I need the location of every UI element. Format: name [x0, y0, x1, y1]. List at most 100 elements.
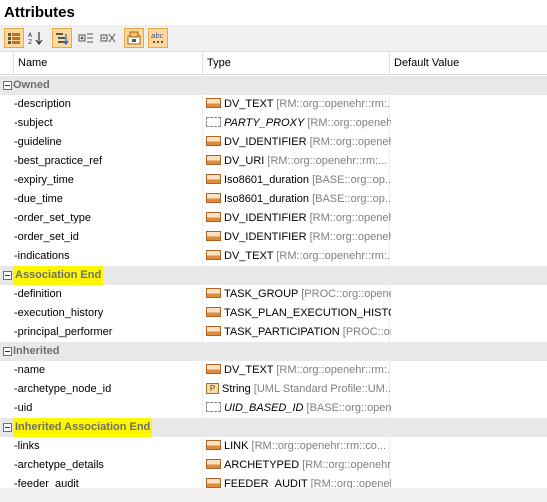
attribute-type[interactable]: DV_TEXT [RM::org::openehr::rm:...	[206, 95, 391, 114]
type-name: Iso8601_duration	[224, 174, 310, 186]
class-icon	[206, 326, 221, 337]
type-qualified-path: [RM::org::openehr::rm:...	[273, 250, 391, 262]
class-icon	[206, 440, 221, 451]
attribute-name: -best_practice_ref	[14, 155, 103, 167]
group-row[interactable]: Inherited Association End	[0, 418, 547, 437]
attribute-type[interactable]: Iso8601_duration [BASE::org::op...	[206, 171, 391, 190]
panel-title-bar: Attributes	[0, 0, 547, 25]
attribute-name: -execution_history	[14, 307, 104, 319]
attribute-row[interactable]: -links LINK [RM::org::openehr::rm::co...	[0, 437, 547, 456]
type-name: DV_TEXT	[224, 98, 274, 110]
type-qualified-path: [RM::org::openehr::rm:...	[309, 136, 391, 148]
collapse-icon[interactable]	[3, 423, 12, 432]
type-qualified-path: [RM::org::openehr::rm::...	[309, 231, 391, 243]
attribute-type[interactable]: Iso8601_duration [BASE::org::op...	[206, 190, 391, 209]
type-qualified-path: [UML Standard Profile::UM...	[250, 383, 391, 395]
attribute-row[interactable]: -archetype_node_id P String [UML Standard …	[0, 380, 547, 399]
attribute-name: -indications	[14, 250, 70, 262]
attribute-name: -links	[14, 440, 40, 452]
expand-all-icon[interactable]	[76, 28, 96, 48]
collapse-icon[interactable]	[3, 347, 12, 356]
attribute-row[interactable]: -due_time Iso8601_duration [BASE::org::op…	[0, 190, 547, 209]
attribute-name: -order_set_type	[14, 212, 92, 224]
class-icon	[206, 459, 221, 470]
attribute-type[interactable]: DV_IDENTIFIER [RM::org::openehr::rm::...	[206, 228, 391, 247]
group-by-icon[interactable]	[52, 28, 72, 48]
column-header-name[interactable]: Name	[14, 52, 203, 74]
attribute-row[interactable]: -subject PARTY_PROXY [RM::org::openehr::r…	[0, 114, 547, 133]
attribute-type[interactable]: DV_TEXT [RM::org::openehr::rm:...	[206, 247, 391, 266]
interface-icon	[206, 402, 221, 413]
class-icon	[206, 174, 221, 185]
attribute-type[interactable]: UID_BASED_ID [BASE::org::open...	[206, 399, 391, 418]
attribute-type[interactable]: DV_IDENTIFIER [RM::org::openehr::rm::...	[206, 209, 391, 228]
group-row[interactable]: Inherited	[0, 342, 547, 361]
column-divider	[202, 133, 203, 152]
type-name: DV_IDENTIFIER	[224, 212, 307, 224]
attribute-row[interactable]: -indications DV_TEXT [RM::org::openehr::r…	[0, 247, 547, 266]
attribute-row[interactable]: -best_practice_ref DV_URI [RM::org::opene…	[0, 152, 547, 171]
column-divider	[202, 361, 203, 380]
attribute-type[interactable]: TASK_PARTICIPATION [PROC::or...	[206, 323, 391, 342]
attribute-name: -archetype_details	[14, 459, 104, 471]
attribute-type[interactable]: TASK_GROUP [PROC::org::openehr::...	[206, 285, 391, 304]
attribute-row[interactable]: -name DV_TEXT [RM::org::openehr::rm:...	[0, 361, 547, 380]
attribute-name: -name	[14, 364, 46, 376]
svg-text:abc: abc	[151, 32, 164, 40]
attribute-row[interactable]: -order_set_id DV_IDENTIFIER [RM::org::ope…	[0, 228, 547, 247]
class-icon	[206, 250, 221, 261]
categorized-icon[interactable]	[4, 28, 24, 48]
type-name: DV_URI	[224, 155, 265, 167]
type-name: DV_IDENTIFIER	[224, 136, 307, 148]
attribute-type[interactable]: TASK_PLAN_EXECUTION_HISTO...	[206, 304, 391, 323]
attribute-type[interactable]: DV_IDENTIFIER [RM::org::openehr::rm:...	[206, 133, 391, 152]
toolbar: AZ abc	[0, 25, 547, 52]
attribute-type[interactable]: DV_URI [RM::org::openehr::rm:...	[206, 152, 391, 171]
column-divider	[202, 456, 203, 475]
type-qualified-path: [RM::org::openehr::rm:...	[273, 98, 391, 110]
type-qualified-path: [RM::org::openehr:...	[302, 459, 391, 471]
class-icon	[206, 364, 221, 375]
type-qualified-path: [BASE::org::open...	[303, 402, 391, 414]
group-row[interactable]: Owned	[0, 76, 547, 95]
column-divider	[202, 285, 203, 304]
panel-title: Attributes	[4, 4, 75, 21]
interface-icon	[206, 117, 221, 128]
attribute-row[interactable]: -expiry_time Iso8601_duration [BASE::org:…	[0, 171, 547, 190]
collapse-icon[interactable]	[3, 81, 12, 90]
attribute-row[interactable]: -description DV_TEXT [RM::org::openehr::r…	[0, 95, 547, 114]
show-more-icon[interactable]: abc	[148, 28, 168, 48]
attribute-type[interactable]: LINK [RM::org::openehr::rm::co...	[206, 437, 391, 456]
class-icon	[206, 98, 221, 109]
attributes-table-header: Name Type Default Value	[0, 52, 547, 75]
column-divider	[202, 171, 203, 190]
class-icon	[206, 155, 221, 166]
column-header-default-value[interactable]: Default Value	[390, 52, 547, 74]
empty-area	[0, 488, 547, 502]
attribute-row[interactable]: -archetype_details ARCHETYPED [RM::org::o…	[0, 456, 547, 475]
attribute-row[interactable]: -uid UID_BASED_ID [BASE::org::open...	[0, 399, 547, 418]
attribute-name: -expiry_time	[14, 174, 74, 186]
attribute-row[interactable]: -principal_performer TASK_PARTICIPATION […	[0, 323, 547, 342]
show-inherited-icon[interactable]	[124, 28, 144, 48]
column-header-type[interactable]: Type	[203, 52, 390, 74]
attribute-type[interactable]: ARCHETYPED [RM::org::openehr:...	[206, 456, 391, 475]
attribute-name: -definition	[14, 288, 62, 300]
attribute-type[interactable]: PARTY_PROXY [RM::org::openehr::rm:...	[206, 114, 391, 133]
attribute-row[interactable]: -guideline DV_IDENTIFIER [RM::org::openeh…	[0, 133, 547, 152]
type-name: DV_TEXT	[224, 364, 274, 376]
group-label: Association End	[13, 266, 104, 285]
attribute-row[interactable]: -definition TASK_GROUP [PROC::org::openeh…	[0, 285, 547, 304]
attribute-row[interactable]: -order_set_type DV_IDENTIFIER [RM::org::o…	[0, 209, 547, 228]
group-row[interactable]: Association End	[0, 266, 547, 285]
attribute-type[interactable]: P String [UML Standard Profile::UM...	[206, 380, 391, 399]
type-qualified-path: [RM::org::openehr::rm:...	[307, 117, 391, 129]
attribute-type[interactable]: DV_TEXT [RM::org::openehr::rm:...	[206, 361, 391, 380]
group-label: Owned	[13, 79, 50, 91]
attribute-row[interactable]: -execution_history TASK_PLAN_EXECUTION_HI…	[0, 304, 547, 323]
alphabetical-sort-icon[interactable]: AZ	[26, 28, 46, 48]
collapse-all-icon[interactable]	[98, 28, 118, 48]
column-divider	[202, 323, 203, 342]
collapse-icon[interactable]	[3, 271, 12, 280]
attribute-name: -description	[14, 98, 71, 110]
